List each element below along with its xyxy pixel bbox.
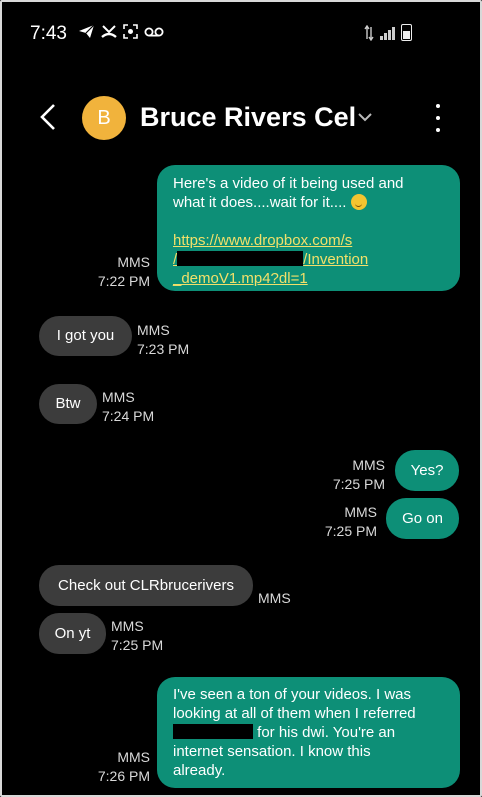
winking-face-emoji-icon [350, 194, 367, 210]
message-time: 7:24 PM [102, 408, 155, 424]
sent-message-bubble[interactable]: Here's a video of it being used and what… [157, 165, 460, 291]
message-text-line: for his dwi. You're an [173, 723, 444, 742]
status-bar: 7:43 [0, 0, 482, 60]
signal-icon [380, 26, 395, 40]
avatar-letter: B [97, 106, 111, 129]
received-message-bubble[interactable]: Btw [39, 384, 97, 424]
status-time: 7:43 [30, 23, 67, 44]
message-time: 7:25 PM [332, 476, 385, 492]
message-meta: MMS 7:25 PM [297, 503, 377, 541]
message-type: MMS [117, 749, 150, 765]
back-arrow-icon[interactable] [36, 102, 60, 132]
message-text-line: internet sensation. I know this [173, 743, 371, 760]
message-time: 7:25 PM [324, 523, 377, 539]
conversation-header: B Bruce Rivers Cel [0, 88, 482, 148]
redacted-block [173, 724, 253, 739]
message-text-line: Here's a video of it being used and [173, 175, 404, 192]
message-text: what it does....wait for it.... [173, 194, 347, 211]
message-meta: MMS 7:24 PM [102, 388, 154, 426]
missed-call-icon [101, 25, 117, 38]
message-type: MMS [258, 590, 291, 606]
dropbox-link-line3[interactable]: _demoV1.mp4?dl=1 [173, 269, 444, 288]
message-text: Check out CLRbrucerivers [58, 577, 234, 594]
screenshot-icon [123, 24, 138, 39]
message-text-line: looking at all of them when I referred [173, 705, 416, 722]
message-type: MMS [117, 254, 150, 270]
telegram-icon [79, 24, 95, 38]
message-text-line: already. [173, 762, 226, 779]
message-meta: MMS 7:23 PM [137, 321, 189, 359]
message-time: 7:26 PM [97, 768, 150, 784]
redacted-block [177, 251, 304, 266]
message-meta: MMS 7:25 PM [305, 456, 385, 494]
received-message-bubble[interactable]: Check out CLRbrucerivers [39, 565, 253, 606]
message-text-line: I've seen a ton of your videos. I was [173, 686, 411, 703]
message-time: 7:25 PM [111, 637, 164, 653]
message-type: MMS [352, 457, 385, 473]
dropbox-link[interactable]: https://www.dropbox.com/s [173, 231, 444, 250]
message-text: Yes? [410, 462, 444, 479]
received-message-bubble[interactable]: I got you [39, 316, 132, 356]
message-time: 7:23 PM [137, 341, 190, 357]
message-text: I got you [56, 327, 115, 344]
sent-message-bubble[interactable]: Yes? [395, 450, 459, 491]
message-meta: MMS 7:25 PM [111, 617, 163, 655]
message-type: MMS [111, 618, 144, 634]
message-type: MMS [102, 389, 135, 405]
status-right-icons [364, 24, 412, 41]
battery-icon [401, 24, 412, 41]
chevron-down-icon[interactable] [356, 108, 374, 126]
link-text: /Invention [303, 251, 369, 268]
dropbox-link-line2[interactable]: //Invention [173, 250, 444, 269]
sent-message-bubble[interactable]: Go on [386, 498, 459, 539]
message-text: for his dwi. You're an [253, 724, 396, 741]
message-time: 7:22 PM [97, 273, 150, 289]
contact-avatar[interactable]: B [82, 96, 126, 140]
voicemail-icon [144, 27, 164, 36]
status-left-icons [78, 24, 164, 39]
sent-message-bubble[interactable]: I've seen a ton of your videos. I was lo… [157, 677, 460, 788]
contact-name[interactable]: Bruce Rivers Cel [140, 102, 356, 133]
message-text: Go on [402, 510, 443, 527]
more-options-icon[interactable] [432, 104, 444, 132]
data-arrows-icon [364, 24, 374, 41]
received-message-bubble[interactable]: On yt [39, 613, 106, 654]
message-meta: MMS 7:22 PM [80, 253, 150, 291]
message-text: Btw [55, 395, 81, 412]
message-text-line: what it does....wait for it.... [173, 193, 444, 212]
message-text: On yt [54, 625, 91, 642]
message-type: MMS [344, 504, 377, 520]
message-meta: MMS 7:26 PM [80, 748, 150, 786]
message-type: MMS [137, 322, 170, 338]
message-meta: MMS [258, 589, 291, 608]
